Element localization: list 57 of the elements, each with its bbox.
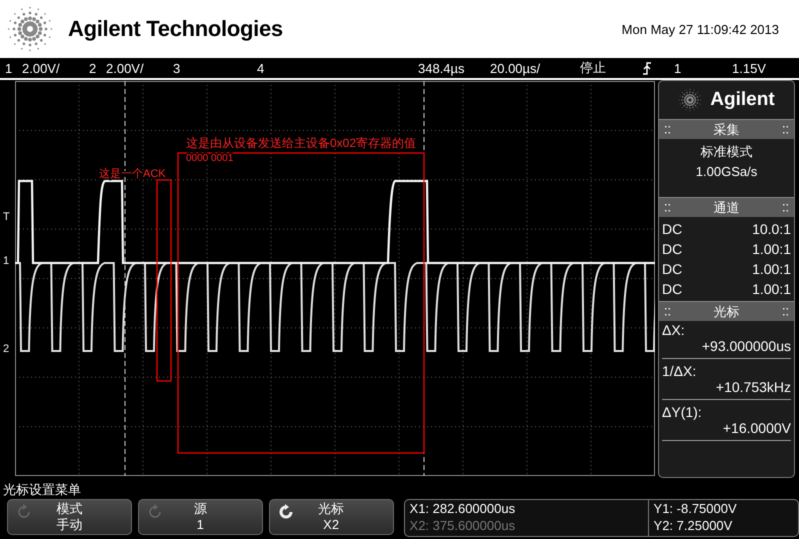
section-title: 通道 <box>714 198 740 216</box>
trigger-edge-icon <box>642 62 652 74</box>
probe-ratio: 1.00:1 <box>752 261 791 277</box>
softkey-button[interactable]: 模式 手动 <box>7 499 132 535</box>
trigger-level: 1.15V <box>732 60 766 76</box>
softkey-button[interactable]: 源 1 <box>138 499 263 535</box>
rotate-knob-icon <box>278 504 294 520</box>
brand-title: Agilent <box>710 89 775 111</box>
section-title: 采集 <box>714 120 740 138</box>
logo-icon <box>6 5 54 53</box>
menu-title: 光标设置菜单 <box>2 481 82 499</box>
time-base: 20.00µs/ <box>490 60 542 76</box>
coupling-label: DC <box>662 261 682 277</box>
probe-ratio: 1.00:1 <box>752 281 791 297</box>
coupling-label: DC <box>662 221 682 237</box>
grip-icon <box>665 126 670 134</box>
grip-icon <box>783 126 788 134</box>
channel-number: 4 <box>256 60 266 76</box>
measurement-label: ΔY(1): <box>662 404 703 420</box>
measurement-value: +16.0000V <box>722 420 791 436</box>
brand-title: Agilent Technologies <box>68 16 283 42</box>
grip-icon <box>783 308 788 316</box>
grip-icon <box>783 204 788 212</box>
date-time: Mon May 27 11:09:42 2013 <box>622 22 779 36</box>
rotate-knob-icon <box>146 504 163 520</box>
section-title: 光标 <box>714 302 740 320</box>
coupling-label: DC <box>662 281 682 297</box>
ground-marker: T <box>3 211 10 223</box>
ground-marker: 2 <box>3 343 10 355</box>
rotate-knob-icon <box>16 504 32 520</box>
readout-value: Y1: -8.75000V <box>654 500 737 517</box>
measurement-label: ΔX: <box>662 322 686 338</box>
measurement-label: 1/ΔX: <box>662 363 698 379</box>
channel-scale: 2.00V/ <box>22 60 61 76</box>
readout-value: X1: 282.600000us <box>410 500 516 517</box>
probe-ratio: 10.0:1 <box>752 221 791 237</box>
coupling-label: DC <box>662 241 682 257</box>
measurement-value: +93.000000us <box>700 338 791 354</box>
readout-value: X2: 375.600000us <box>410 517 516 534</box>
sample-rate: 1.00GSa/s <box>696 164 758 179</box>
readout-value: Y2: 7.25000V <box>654 517 734 534</box>
grip-icon <box>665 308 670 316</box>
run-state: 停止 <box>580 59 607 77</box>
channel-number: 2 <box>88 60 98 76</box>
acquisition-mode: 标准模式 <box>700 143 752 161</box>
annotation-label: 这是由从设备发送给主设备0x02寄存器的值 <box>186 136 416 150</box>
channel-number: 3 <box>172 60 182 76</box>
channel-number: 1 <box>4 60 14 76</box>
measurement-value: +10.753kHz <box>714 379 791 395</box>
grip-icon <box>665 204 670 212</box>
time-delay: 348.4µs <box>418 60 466 76</box>
trigger-source: 1 <box>674 60 682 76</box>
ground-marker: 1 <box>3 255 10 267</box>
annotation-label: 0000 0001 <box>186 153 234 164</box>
probe-ratio: 1.00:1 <box>752 241 791 257</box>
channel-scale: 2.00V/ <box>106 60 145 76</box>
softkey-button[interactable]: 光标 X2 <box>268 499 394 535</box>
